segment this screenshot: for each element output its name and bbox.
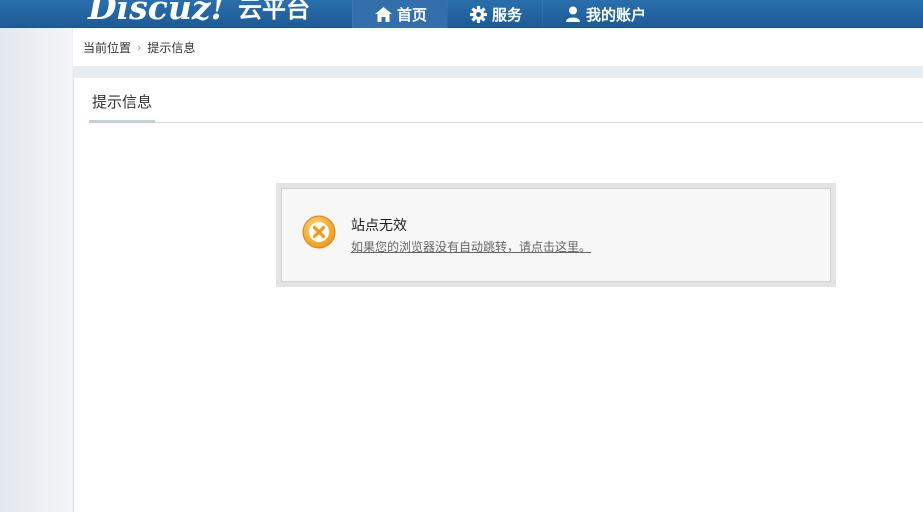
breadcrumb-separator: › <box>137 40 142 54</box>
top-header: Discuz! 云平台 首页 服务 我的账户 <box>0 0 923 28</box>
nav-item-account[interactable]: 我的账户 <box>542 0 666 28</box>
nav-label-service: 服务 <box>492 5 523 24</box>
nav-item-home[interactable]: 首页 <box>352 0 448 28</box>
left-panel <box>0 28 72 512</box>
message-title: 站点无效 <box>351 218 407 234</box>
tab-bar: 提示信息 <box>89 78 923 123</box>
breadcrumb-current: 提示信息 <box>147 40 196 55</box>
breadcrumb: 当前位置 › 提示信息 <box>73 28 923 66</box>
tab-notice[interactable]: 提示信息 <box>89 91 156 123</box>
breadcrumb-prefix: 当前位置 <box>83 40 132 55</box>
message-box-inner: 站点无效 如果您的浏览器没有自动跳转，请点击这里。 <box>281 188 831 282</box>
logo-subtitle[interactable]: 云平台 <box>238 0 310 25</box>
gear-icon <box>470 5 488 23</box>
message-box: 站点无效 如果您的浏览器没有自动跳转，请点击这里。 <box>276 183 836 287</box>
user-icon <box>566 6 581 22</box>
site-logo[interactable]: Discuz! <box>88 0 225 28</box>
main-content: 提示信息 站点无效 如果您的浏览器没有自动跳转，请点击这里。 <box>73 78 923 512</box>
error-x-icon <box>302 215 336 249</box>
divider-strip <box>73 66 923 78</box>
nav-item-service[interactable]: 服务 <box>447 0 542 28</box>
home-icon <box>375 6 392 22</box>
main-nav: 首页 服务 我的账户 <box>352 0 666 28</box>
nav-label-account: 我的账户 <box>586 5 647 24</box>
nav-label-home: 首页 <box>397 5 428 24</box>
redirect-link[interactable]: 如果您的浏览器没有自动跳转，请点击这里。 <box>351 238 591 255</box>
